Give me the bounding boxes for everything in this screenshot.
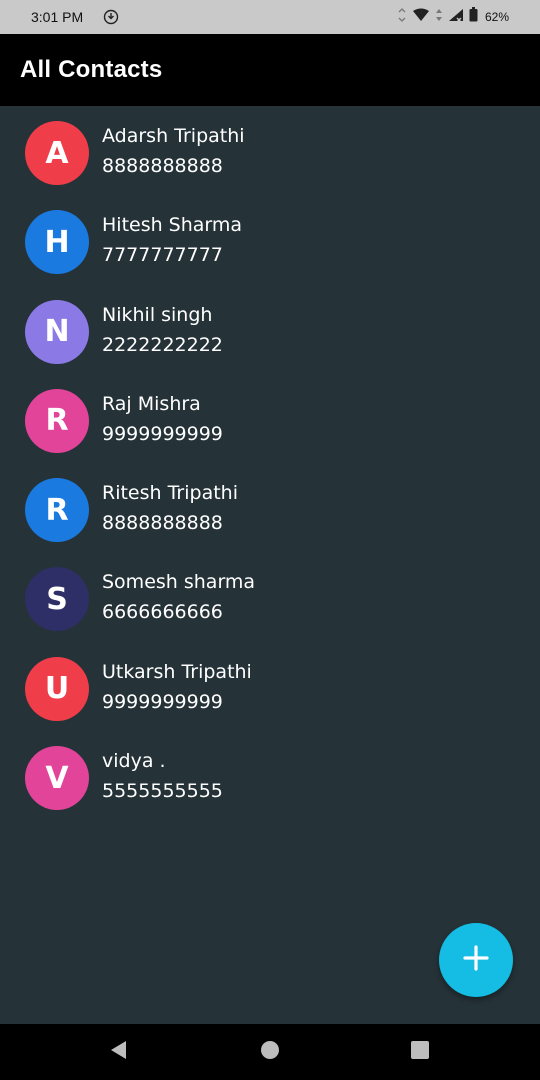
avatar: N [25,299,89,364]
home-icon [259,1039,281,1065]
avatar: U [25,656,89,721]
status-bar: 3:01 PM 62% [0,0,540,34]
contact-phone: 2222222222 [102,333,223,356]
avatar: A [25,121,89,185]
signal-icon [448,8,464,27]
contact-name: Hitesh Sharma [102,214,243,237]
contact-item[interactable]: V vidya . 5555555555 [0,731,540,820]
home-button[interactable] [256,1038,284,1066]
recents-icon [409,1039,431,1065]
data-arrows-icon [435,8,443,27]
contact-phone: 8888888888 [102,512,223,535]
recents-button[interactable] [406,1038,434,1066]
contact-item[interactable]: S Somesh sharma 6666666666 [0,552,540,641]
status-time: 3:01 PM [31,9,84,25]
contact-item[interactable]: U Utkarsh Tripathi 9999999999 [0,642,540,731]
battery-percent: 62% [484,10,509,24]
vibrate-icon [397,7,407,27]
contact-name: Raj Mishra [102,392,201,415]
avatar: R [25,478,89,543]
wifi-icon [412,8,430,27]
app-bar: All Contacts [0,34,540,106]
contact-phone: 5555555555 [102,780,223,803]
avatar: R [25,388,89,453]
contact-list: A Adarsh Tripathi 8888888888 H Hitesh Sh… [0,106,540,820]
avatar: S [25,567,89,632]
status-icons: 62% [397,7,509,27]
battery-icon [469,7,478,27]
avatar: V [25,746,89,811]
contact-item[interactable]: N Nikhil singh 2222222222 [0,285,540,374]
add-contact-button[interactable] [439,923,513,997]
contact-item[interactable]: H Hitesh Sharma 7777777777 [0,195,540,284]
contact-phone: 9999999999 [102,422,223,445]
contact-item[interactable]: A Adarsh Tripathi 8888888888 [0,106,540,195]
plus-icon [462,944,490,976]
contact-phone: 6666666666 [102,601,223,624]
contact-phone: 8888888888 [102,155,223,177]
contact-name: Ritesh Tripathi [102,482,238,505]
contact-item[interactable]: R Ritesh Tripathi 8888888888 [0,463,540,552]
contact-name: Somesh sharma [102,571,256,594]
contact-phone: 7777777777 [102,244,223,267]
contact-name: Adarsh Tripathi [102,125,245,147]
back-icon [108,1039,130,1065]
avatar: H [25,210,89,275]
contact-phone: 9999999999 [102,690,223,713]
contact-name: Utkarsh Tripathi [102,660,252,683]
sync-icon [103,9,119,25]
navigation-bar [0,1024,540,1080]
contact-name: vidya . [102,750,166,773]
contact-item[interactable]: R Raj Mishra 9999999999 [0,374,540,463]
back-button[interactable] [105,1038,133,1066]
page-title: All Contacts [20,56,163,83]
contact-name: Nikhil singh [102,303,213,326]
